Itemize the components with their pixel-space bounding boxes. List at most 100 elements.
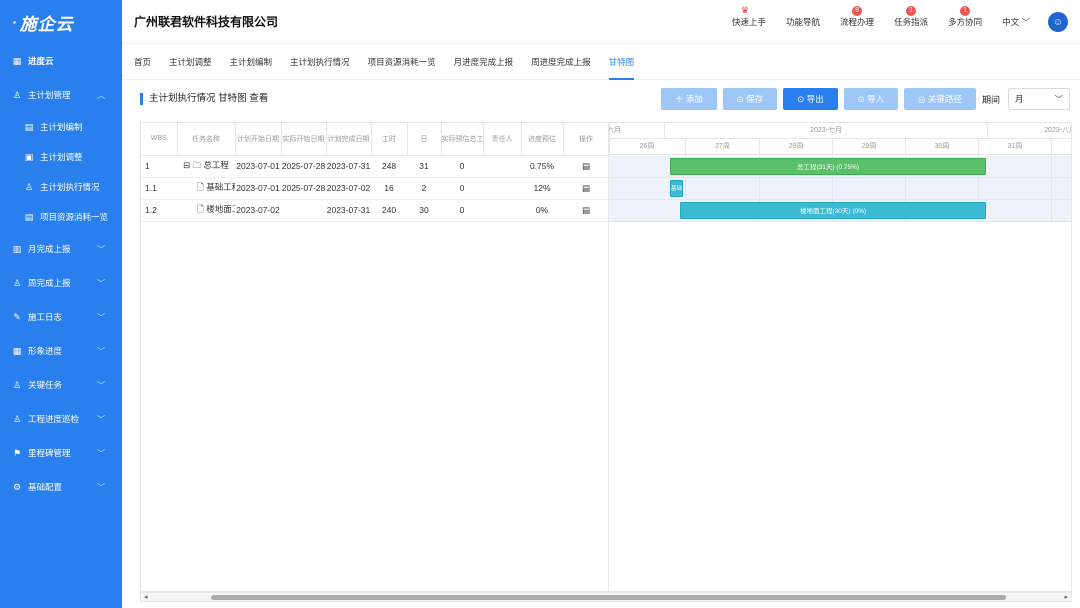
collapse-icon[interactable]: ⊟ <box>183 160 190 170</box>
gantt-bar-main-project[interactable]: 总工程(31天) (0.75%) <box>670 158 986 175</box>
folder-icon: 🗀 <box>192 159 202 170</box>
export-button[interactable]: ⊙ 导出 <box>783 88 838 110</box>
document-icon[interactable]: ▤ <box>582 205 590 215</box>
sidebar-item-label: 关键任务 <box>28 380 63 390</box>
scroll-right-icon[interactable]: ▸ <box>1064 593 1068 602</box>
cell-days: 30 <box>407 199 441 222</box>
cell-owner <box>483 155 521 178</box>
document-icon[interactable]: ▤ <box>582 161 590 171</box>
week-label: 27周 <box>686 139 760 155</box>
week-label: 30周 <box>906 139 979 155</box>
import-button[interactable]: ⊙ 导入 <box>843 88 899 110</box>
tab-gantt[interactable]: 甘特图 <box>608 44 635 80</box>
column-header-actual-start[interactable]: 实际开始日期 <box>281 123 327 156</box>
sidebar-item-master-plan[interactable]: ♙ 主计划管理 ︿ <box>0 78 122 112</box>
org-icon: ♙ <box>12 380 22 390</box>
sidebar-item-key-tasks[interactable]: ♙ 关键任务 ﹀ <box>0 368 122 402</box>
gantt-bar-floor[interactable]: 楼地面工程(30天) (0%) <box>680 202 986 219</box>
tab-plan-compile[interactable]: 主计划编制 <box>230 44 273 80</box>
column-header-plan-start[interactable]: 计划开始日期 <box>235 123 282 156</box>
user-icon: ♙ <box>24 182 34 192</box>
collab-badge: 1 <box>960 6 971 16</box>
table-row[interactable]: 1 ⊟ 🗀 总工程 2023-07-01 2025-07-28 2023-07-… <box>141 155 609 178</box>
column-header-wbs[interactable]: WBS <box>141 123 178 156</box>
sidebar-item-construction-log[interactable]: ✎ 施工日志 ﹀ <box>0 300 122 334</box>
tab-plan-execution[interactable]: 主计划执行情况 <box>290 44 350 80</box>
sidebar-item-plan-compile[interactable]: ▤ 主计划编制 <box>0 112 122 142</box>
sidebar-item-base-config[interactable]: ⚙ 基础配置 ﹀ <box>0 470 122 504</box>
save-button[interactable]: ⊙ 保存 <box>722 88 778 110</box>
cell-plan-end: 2023-07-31 <box>326 155 371 178</box>
tab-resource-consumption[interactable]: 项目资源消耗一览 <box>368 44 436 80</box>
user-avatar[interactable]: ☺ <box>1048 12 1068 32</box>
cell-actual-start: 2025-07-28 <box>281 177 326 200</box>
milestone-icon: ⚑ <box>12 448 22 458</box>
tab-monthly-report[interactable]: 月进度完成上报 <box>454 44 514 80</box>
sidebar-brand-progress-cloud[interactable]: ▦ 进度云 <box>0 44 122 78</box>
column-header-owner[interactable]: 责任人 <box>483 123 522 156</box>
column-header-actions[interactable]: 操作 <box>563 123 610 156</box>
check-circle-icon: ⊙ <box>797 93 805 104</box>
period-value: 月 <box>1015 94 1024 104</box>
sidebar-item-milestone[interactable]: ⚑ 里程碑管理 ﹀ <box>0 436 122 470</box>
language-select[interactable]: 中文 ﹀ <box>1002 16 1030 28</box>
org-icon: ♙ <box>12 90 22 100</box>
sidebar-item-plan-adjust[interactable]: ▣ 主计划调整 <box>0 142 122 172</box>
period-select[interactable]: 月 ﹀ <box>1008 88 1070 110</box>
sidebar-item-resource-consumption[interactable]: ▤ 项目资源消耗一览 <box>0 202 122 232</box>
cell-estimate: 0 <box>441 177 483 200</box>
cell-task-name[interactable]: ⊟ 🗀 总工程 <box>177 155 235 178</box>
sidebar-item-image-progress[interactable]: ▦ 形象进度 ﹀ <box>0 334 122 368</box>
column-header-plan-end[interactable]: 计划完成日期 <box>326 123 372 156</box>
chevron-up-icon: ︿ <box>97 90 105 100</box>
sidebar-item-label: 项目资源消耗一览 <box>40 212 109 222</box>
column-header-hours[interactable]: 工时 <box>371 123 408 156</box>
sidebar-item-monthly-report[interactable]: ▥ 月完成上报 ﹀ <box>0 232 122 266</box>
cell-task-name[interactable]: 🗋 楼地面工程 <box>177 199 235 222</box>
app-logo: · 施企云 <box>0 0 122 44</box>
horizontal-scrollbar[interactable]: ◂ ▸ <box>140 592 1072 602</box>
check-circle-icon: ⊙ <box>736 93 744 104</box>
chevron-down-icon: ﹀ <box>97 414 105 424</box>
path-icon: ◎ <box>918 93 926 104</box>
tab-home[interactable]: 首页 <box>134 44 151 80</box>
cell-task-name[interactable]: 🗋 基础工程 <box>177 177 235 200</box>
quick-start-button[interactable]: ♛ 快速上手 <box>732 5 766 28</box>
tab-plan-adjust[interactable]: 主计划调整 <box>169 44 212 80</box>
scrollbar-thumb[interactable] <box>211 595 1006 600</box>
task-grid: WBS 任务名称 计划开始日期 实际开始日期 计划完成日期 工时 日 实际预估总… <box>140 122 610 592</box>
sidebar-item-weekly-report[interactable]: ♙ 周完成上报 ﹀ <box>0 266 122 300</box>
cell-actions: ▤ <box>563 177 609 200</box>
column-header-days[interactable]: 日 <box>407 123 442 156</box>
add-button[interactable]: ＋ 添加 <box>660 88 717 110</box>
collab-button[interactable]: 1 多方协同 <box>948 6 982 28</box>
column-header-estimate[interactable]: 实际预估总工 <box>441 123 484 156</box>
crown-icon: ♛ <box>741 5 750 15</box>
column-header-progress[interactable]: 进度预估 <box>521 123 564 156</box>
chevron-down-icon: ﹀ <box>97 312 105 322</box>
sidebar-item-plan-execution[interactable]: ♙ 主计划执行情况 <box>0 172 122 202</box>
cell-plan-start: 2023-07-01 <box>235 155 281 178</box>
document-icon: ▤ <box>24 212 34 222</box>
cell-hours: 248 <box>371 155 407 178</box>
week-label: 28周 <box>760 139 833 155</box>
cell-hours: 16 <box>371 177 407 200</box>
cell-progress: 0% <box>521 199 563 222</box>
chevron-down-icon: ﹀ <box>97 482 105 492</box>
gantt-bar-foundation[interactable]: 基础 <box>670 180 683 197</box>
tab-weekly-report[interactable]: 周进度完成上报 <box>531 44 591 80</box>
cell-days: 31 <box>407 155 441 178</box>
scroll-left-icon[interactable]: ◂ <box>144 593 148 602</box>
function-nav-button[interactable]: 功能导航 <box>786 16 820 28</box>
task-assign-button[interactable]: 1 任务指派 <box>894 6 928 28</box>
clipboard-icon: ▥ <box>12 244 22 254</box>
table-row[interactable]: 1.2 🗋 楼地面工程 2023-07-02 2023-07-31 240 30… <box>141 199 609 222</box>
column-header-task-name[interactable]: 任务名称 <box>177 123 236 156</box>
document-icon[interactable]: ▤ <box>582 183 590 193</box>
flow-button[interactable]: 8 流程办理 <box>840 6 874 28</box>
sidebar-item-label: 基础配置 <box>28 482 63 492</box>
critical-path-button[interactable]: ◎ 关键路径 <box>904 88 976 110</box>
table-row[interactable]: 1.1 🗋 基础工程 2023-07-01 2025-07-28 2023-07… <box>141 177 609 200</box>
sidebar-item-progress-inspection[interactable]: ♙ 工程进度巡检 ﹀ <box>0 402 122 436</box>
sidebar-item-label: 月完成上报 <box>28 244 71 254</box>
